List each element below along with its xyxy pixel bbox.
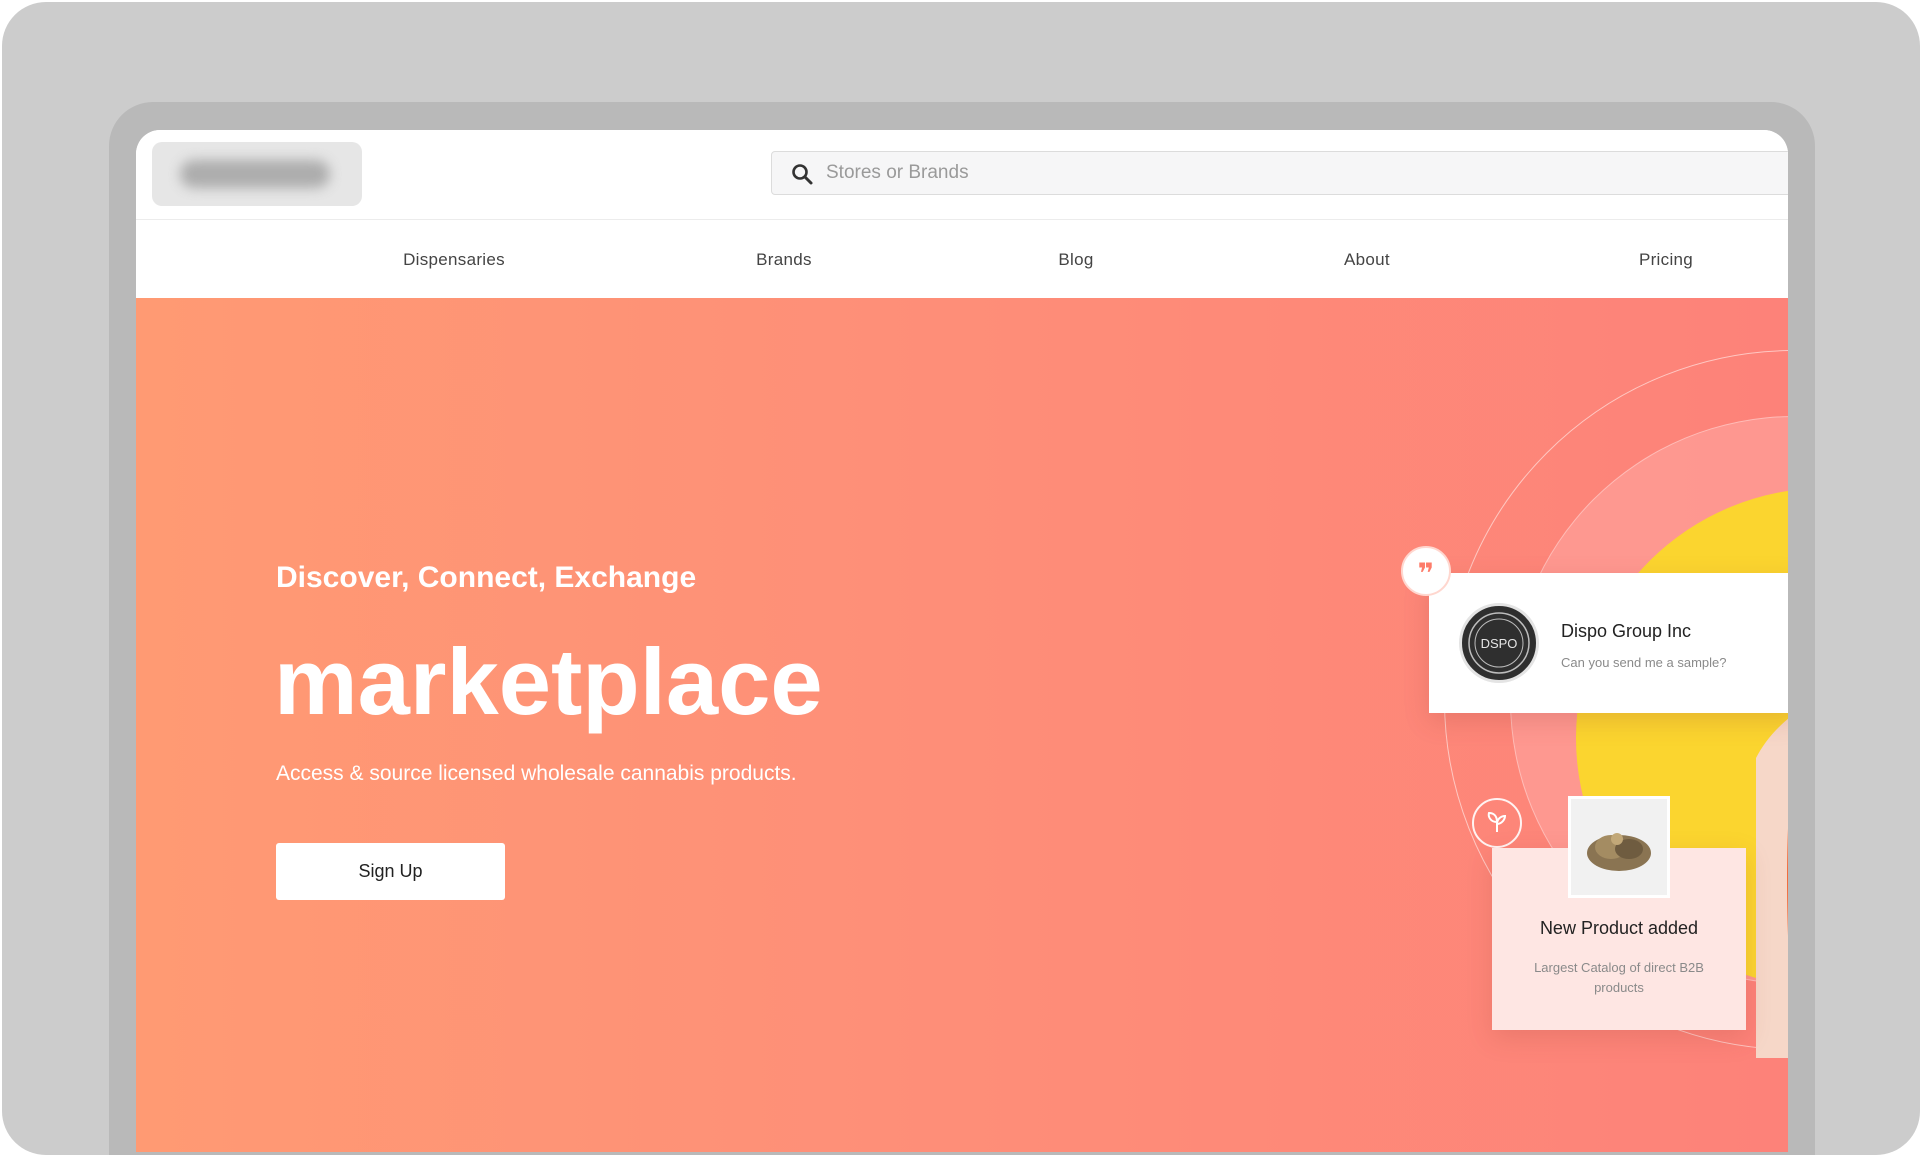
sign-up-button[interactable]: Sign Up [276,843,505,900]
browser-screen: Dispensaries Brands Blog About Pricing D… [136,130,1788,1152]
chat-message: Can you send me a sample? [1561,655,1727,670]
hero-title: marketplace [274,629,823,734]
nav-brands[interactable]: Brands [756,250,812,270]
blurred-logo-mark [180,160,330,188]
nav-blog[interactable]: Blog [1058,250,1093,270]
search-icon [792,164,813,185]
quote-icon: ❞ [1401,546,1451,596]
main-nav: Dispensaries Brands Blog About Pricing [136,220,1788,298]
dispo-avatar: DSPO [1459,603,1539,683]
leaf-icon [1472,798,1522,848]
chat-sender-name: Dispo Group Inc [1561,621,1692,641]
hero-kicker: Discover, Connect, Exchange [276,561,697,594]
dispo-logo-icon: DSPO [1468,612,1530,674]
search-bar[interactable] [771,151,1788,195]
hero-subtitle: Access & source licensed wholesale canna… [276,762,797,785]
nav-pricing[interactable]: Pricing [1639,250,1693,270]
chat-card: DSPO Dispo Group Inc Can you send me a s… [1429,573,1788,713]
hero-section: Discover, Connect, Exchange marketplace … [136,298,1788,1152]
cannabis-bud-image [1587,833,1651,871]
logo[interactable] [152,142,362,206]
product-description: Largest Catalog of direct B2B products [1534,960,1704,995]
product-title: New Product added [1539,918,1699,938]
nav-about[interactable]: About [1344,250,1390,270]
product-thumbnail [1568,796,1670,898]
nav-dispensaries[interactable]: Dispensaries [403,250,505,270]
search-input[interactable] [826,152,1726,194]
top-bar [136,130,1788,220]
svg-text:DSPO: DSPO [1481,636,1518,651]
